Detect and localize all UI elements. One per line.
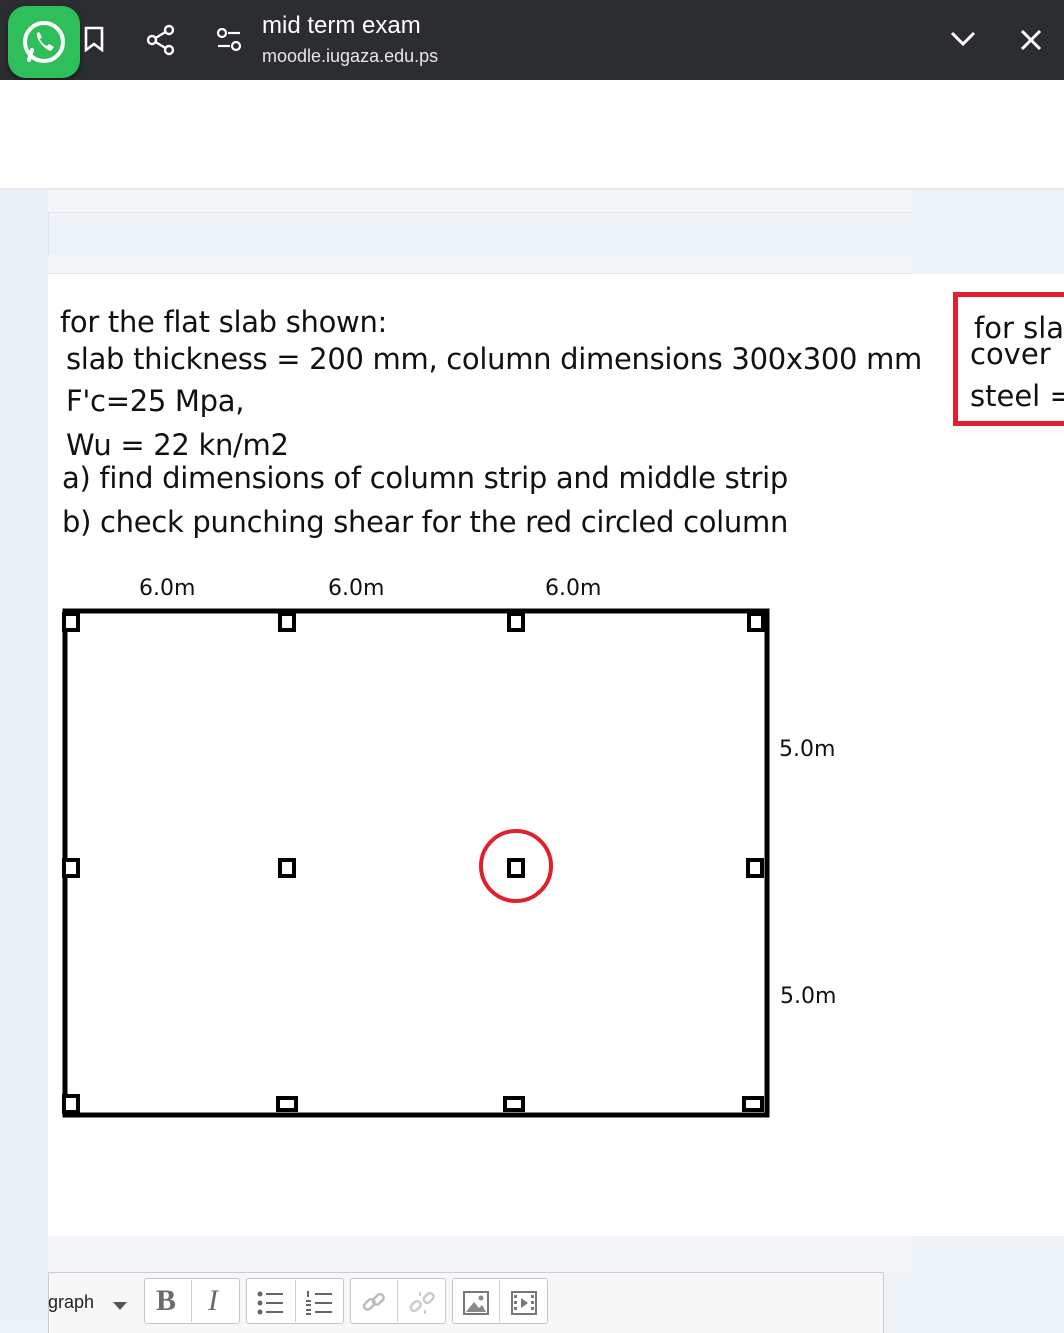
left-gutter: [0, 190, 49, 1319]
whatsapp-chat-head[interactable]: [8, 6, 80, 78]
span-label: 6.0m: [545, 576, 602, 601]
unlink-icon[interactable]: [408, 1290, 436, 1321]
column: [278, 858, 296, 878]
column-circled: [507, 858, 525, 878]
content-strip: [48, 1236, 912, 1272]
column: [746, 858, 764, 878]
column: [278, 612, 296, 632]
slab-outline: [62, 608, 770, 1118]
question-fc: F'c=25 Mpa,: [66, 384, 245, 418]
side-note-line: cover: [970, 337, 1051, 371]
column: [62, 612, 80, 632]
italic-button[interactable]: I: [208, 1284, 218, 1318]
bay-label: 5.0m: [780, 984, 837, 1009]
column: [742, 1096, 764, 1112]
question-wu: Wu = 22 kn/m2: [66, 428, 289, 462]
column: [62, 858, 80, 878]
span-label: 6.0m: [139, 576, 196, 601]
bullet-list-icon[interactable]: [256, 1290, 284, 1321]
question-thickness: slab thickness = 200 mm, column dimensio…: [66, 342, 922, 376]
site-settings-icon[interactable]: [216, 27, 242, 57]
whatsapp-icon: [23, 21, 65, 63]
column: [276, 1096, 298, 1112]
span-label: 6.0m: [328, 576, 385, 601]
numbered-list-icon[interactable]: [305, 1290, 333, 1321]
bookmark-icon[interactable]: [84, 26, 104, 57]
custom-tab-toolbar: mid term exam moodle.iugaza.edu.ps: [0, 0, 1064, 80]
columns: [62, 612, 765, 1114]
column: [62, 1094, 80, 1114]
media-icon[interactable]: [510, 1290, 538, 1321]
image-icon[interactable]: [462, 1290, 490, 1321]
side-note-box: for sla cover steel =: [953, 292, 1064, 426]
chevron-down-icon[interactable]: [949, 30, 977, 53]
column: [507, 612, 525, 632]
content-strip: [48, 255, 912, 274]
close-icon[interactable]: [1019, 28, 1043, 57]
column: [503, 1096, 525, 1112]
page-url[interactable]: moodle.iugaza.edu.ps: [262, 46, 438, 67]
slab-plan-diagram: [62, 608, 770, 1118]
dropdown-arrow-icon[interactable]: [112, 1298, 128, 1316]
page-title: mid term exam: [262, 12, 421, 39]
column: [747, 612, 765, 632]
question-intro: for the flat slab shown:: [60, 305, 387, 339]
bold-button[interactable]: B: [156, 1284, 176, 1318]
question-part-a: a) find dimensions of column strip and m…: [62, 461, 788, 495]
share-icon[interactable]: [146, 24, 176, 61]
page-header-area: [0, 80, 1064, 188]
bay-label: 5.0m: [779, 737, 836, 762]
question-part-b: b) check punching shear for the red circ…: [62, 505, 789, 539]
content-strip: [48, 190, 912, 213]
side-note-line: steel =: [970, 379, 1064, 413]
paragraph-format-select[interactable]: graph: [48, 1292, 94, 1313]
link-icon[interactable]: [360, 1290, 388, 1321]
